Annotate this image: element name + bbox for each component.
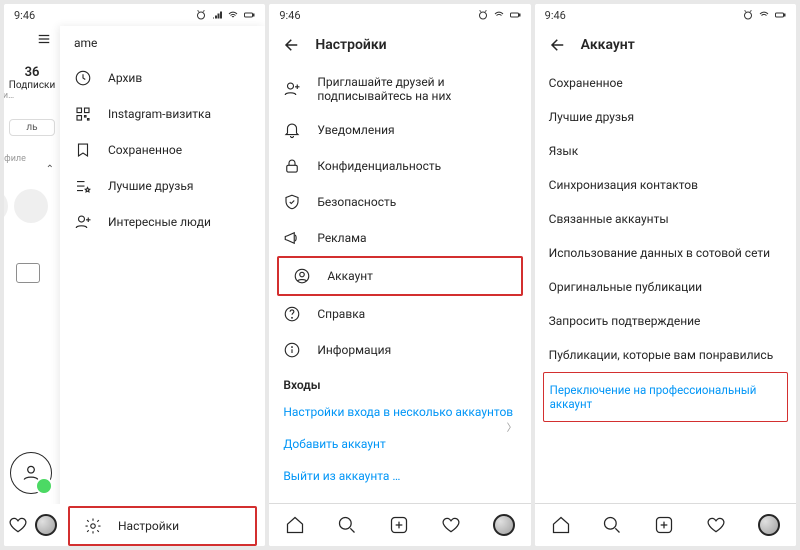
settings-item-notifications[interactable]: Уведомления xyxy=(269,112,530,148)
profile-drawer: ame Архив Instagram-визитка Сохраненное … xyxy=(60,26,265,546)
status-time: 9:46 xyxy=(545,9,566,22)
back-button[interactable] xyxy=(283,36,301,54)
drawer-item-archive[interactable]: Архив xyxy=(60,60,265,96)
add-account[interactable]: Добавить аккаунт xyxy=(269,428,530,460)
account-item-liked-posts[interactable]: Публикации, которые вам понравились xyxy=(535,338,796,372)
search-icon[interactable] xyxy=(602,515,622,535)
menu-button[interactable] xyxy=(28,26,60,55)
screen-profile-drawer: 9:46 36 Подписки чи… ль рофиле ⌃ ame xyxy=(4,4,265,546)
status-time: 9:46 xyxy=(279,9,300,22)
verified-badge-icon xyxy=(35,477,53,495)
drawer-item-settings[interactable]: Настройки xyxy=(70,508,255,544)
list-star-icon xyxy=(74,177,92,195)
person-circle-icon xyxy=(293,267,311,285)
screen-account: 9:46 Аккаунт Сохраненное Лучшие друзья Я… xyxy=(535,4,796,546)
edit-pill[interactable]: ль xyxy=(9,119,55,136)
page-title: Аккаунт xyxy=(581,37,635,53)
settings-item-about[interactable]: Информация xyxy=(269,332,530,368)
page-title: Настройки xyxy=(315,37,386,53)
search-icon[interactable] xyxy=(337,515,357,535)
home-icon[interactable] xyxy=(285,515,305,535)
logout-one[interactable]: Выйти из аккаунта … xyxy=(269,460,530,492)
nav-profile-icon[interactable] xyxy=(35,514,57,536)
highlight-settings: Настройки xyxy=(68,506,257,546)
drawer-item-close-friends[interactable]: Лучшие друзья xyxy=(60,168,265,204)
account-item-original-posts[interactable]: Оригинальные публикации xyxy=(535,270,796,304)
heart-icon[interactable] xyxy=(706,515,726,535)
status-bar: 9:46 xyxy=(269,4,530,26)
drawer-username: ame xyxy=(60,26,265,60)
account-item-verification[interactable]: Запросить подтверждение xyxy=(535,304,796,338)
gear-icon xyxy=(84,517,102,535)
megaphone-icon xyxy=(283,229,301,247)
highlight-switch-pro: Переключение на профессиональный аккаунт xyxy=(543,372,788,422)
grid-tab-icon[interactable] xyxy=(16,263,40,283)
clock-icon xyxy=(74,69,92,87)
bottom-nav-partial xyxy=(4,504,60,546)
profile-strip: 36 Подписки чи… ль рофиле ⌃ xyxy=(4,26,60,504)
account-item-linked[interactable]: Связанные аккаунты xyxy=(535,202,796,236)
status-bar: 9:46 xyxy=(4,4,265,26)
lock-icon xyxy=(283,157,301,175)
header: Аккаунт xyxy=(535,26,796,66)
battery-icon xyxy=(243,9,255,21)
bell-icon xyxy=(283,121,301,139)
account-item-close-friends[interactable]: Лучшие друзья xyxy=(535,100,796,134)
status-time: 9:46 xyxy=(14,9,35,22)
status-icons xyxy=(477,9,521,21)
bookmark-icon xyxy=(74,141,92,159)
profile-avatar[interactable] xyxy=(10,452,52,494)
shield-icon xyxy=(283,193,301,211)
nav-profile-icon[interactable] xyxy=(493,514,515,536)
alarm-icon xyxy=(195,9,207,21)
logins-header: Входы xyxy=(269,368,530,396)
status-bar: 9:46 xyxy=(535,4,796,26)
qr-icon xyxy=(74,105,92,123)
add-post-icon[interactable] xyxy=(654,515,674,535)
settings-item-ads[interactable]: Реклама xyxy=(269,220,530,256)
switch-professional-account[interactable]: Переключение на профессиональный аккаунт xyxy=(544,373,787,421)
settings-item-invite[interactable]: Приглашайте друзей и подписывайтесь на н… xyxy=(269,66,530,112)
help-icon xyxy=(283,305,301,323)
bottom-nav xyxy=(535,503,796,546)
heart-icon[interactable] xyxy=(8,515,28,535)
chevron-right-icon: 〉 xyxy=(507,419,517,434)
person-plus-icon xyxy=(283,80,301,98)
account-item-saved[interactable]: Сохраненное xyxy=(535,66,796,100)
highlight-account: Аккаунт xyxy=(277,256,522,296)
settings-item-privacy[interactable]: Конфиденциальность xyxy=(269,148,530,184)
add-post-icon[interactable] xyxy=(389,515,409,535)
nav-profile-icon[interactable] xyxy=(758,514,780,536)
heart-icon[interactable] xyxy=(441,515,461,535)
status-icons xyxy=(742,9,786,21)
settings-item-help[interactable]: Справка xyxy=(269,296,530,332)
subscriptions-stat[interactable]: 36 Подписки xyxy=(4,65,60,91)
header: Настройки xyxy=(269,26,530,66)
back-button[interactable] xyxy=(549,36,567,54)
settings-item-account[interactable]: Аккаунт xyxy=(279,258,520,294)
multi-account-login[interactable]: Настройки входа в несколько аккаунтов〉 xyxy=(269,396,530,428)
status-icons xyxy=(195,9,255,21)
account-item-cellular[interactable]: Использование данных в сотовой сети xyxy=(535,236,796,270)
account-item-contacts-sync[interactable]: Синхронизация контактов xyxy=(535,168,796,202)
person-plus-icon xyxy=(74,213,92,231)
wifi-icon xyxy=(227,9,239,21)
drawer-item-saved[interactable]: Сохраненное xyxy=(60,132,265,168)
drawer-item-discover[interactable]: Интересные люди xyxy=(60,204,265,240)
logout-all[interactable]: Выйти из всех аккаунтов xyxy=(269,492,530,503)
drawer-item-nametag[interactable]: Instagram-визитка xyxy=(60,96,265,132)
account-item-language[interactable]: Язык xyxy=(535,134,796,168)
bottom-nav xyxy=(269,503,530,546)
settings-item-security[interactable]: Безопасность xyxy=(269,184,530,220)
screen-settings: 9:46 Настройки Приглашайте друзей и подп… xyxy=(269,4,530,546)
home-icon[interactable] xyxy=(551,515,571,535)
info-icon xyxy=(283,341,301,359)
signal-icon xyxy=(211,9,223,21)
story-highlights xyxy=(4,189,60,223)
